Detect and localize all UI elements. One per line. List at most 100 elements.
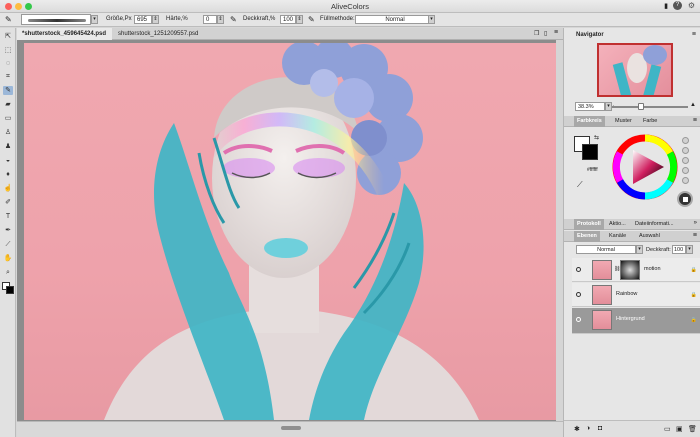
tab-ebenen[interactable]: Ebenen (574, 231, 600, 242)
zoom-dropdown[interactable]: ▾ (605, 102, 612, 111)
tab-dateiinformation[interactable]: Dateiinformati... (632, 219, 677, 230)
swatch-button-3[interactable] (682, 157, 689, 164)
color-wheel[interactable] (612, 134, 678, 200)
layer-opacity-dropdown[interactable]: ▾ (686, 245, 693, 254)
more-tabs-icon[interactable]: » (694, 220, 697, 226)
size-input[interactable]: 695 (134, 15, 152, 24)
canvas-area (17, 40, 563, 421)
opacity-stepper[interactable]: ⇕ (296, 15, 303, 24)
brush-preset-picker[interactable] (21, 14, 91, 25)
smudge-tool-icon[interactable]: ☝ (3, 184, 13, 193)
layer-opacity-input[interactable]: 100 (672, 245, 686, 254)
marquee-tool-icon[interactable]: ⬚ (3, 46, 13, 55)
tab-auswahl[interactable]: Auswahl (636, 231, 663, 242)
horizontal-scrollbar[interactable] (17, 421, 563, 437)
tab-farbe[interactable]: Farbe (640, 116, 660, 127)
tools-panel: ⇱ ⬚ ◌ ⌗ ✎ ▰ ▭ ♙ ♟ ◒ ♦ ☝ ✐ T ✒ ⟋ ✋ ⌕ (0, 28, 16, 437)
stop-button[interactable] (677, 191, 693, 207)
layer-row-hintergrund[interactable]: Hintergrund 🔒 (572, 308, 700, 334)
lock-icon[interactable]: 🔒 (691, 267, 697, 273)
blend-mode-dropdown[interactable]: ▾ (636, 245, 643, 254)
mask-icon[interactable]: ◘ (598, 425, 602, 432)
size-stepper[interactable]: ⇕ (152, 15, 159, 24)
pencil-tool-icon[interactable]: ✐ (3, 198, 13, 207)
swatch-button-1[interactable] (682, 137, 689, 144)
swatch-button-2[interactable] (682, 147, 689, 154)
brush-preset-dropdown[interactable]: ▾ (91, 15, 98, 24)
pressure-size-icon[interactable]: ✎ (230, 15, 237, 24)
fill-mode-dropdown[interactable]: ▾ (428, 15, 435, 24)
zoom-in-icon[interactable]: ▲ (690, 102, 696, 108)
dodge-tool-icon[interactable]: ♦ (3, 170, 13, 179)
visibility-eye-icon[interactable] (576, 267, 581, 272)
scroll-thumb[interactable] (281, 426, 301, 430)
eyedropper-icon[interactable]: ⟋ (577, 180, 583, 190)
layer-opacity-label: Deckkraft: (646, 247, 671, 253)
hex-value[interactable]: #ffffff (587, 167, 598, 173)
swap-colors-icon[interactable]: ⇆ (594, 134, 599, 141)
new-group-icon[interactable]: ▭ (664, 425, 671, 433)
fx-icon[interactable]: ✱ (574, 425, 580, 433)
image-canvas[interactable] (24, 43, 556, 420)
tab-protokoll[interactable]: Protokoll (574, 219, 604, 230)
copy-icon[interactable]: ❐ (534, 30, 539, 37)
tab-menu-icon[interactable]: ≡ (554, 29, 558, 36)
tab-aktionen[interactable]: Aktio... (606, 219, 629, 230)
hand-tool-icon[interactable]: ✋ (3, 254, 13, 263)
tab-farbkreis[interactable]: Farbkreis (574, 116, 605, 127)
zoom-slider-thumb[interactable] (638, 103, 644, 110)
eyedropper-tool-icon[interactable]: ⟋ (3, 240, 13, 249)
layer-name: motion (644, 266, 661, 272)
crop-tool-icon[interactable]: ⌗ (3, 72, 13, 81)
opacity-input[interactable]: 100 (280, 15, 296, 24)
hardness-stepper[interactable]: ⇕ (217, 15, 224, 24)
zoom-slider[interactable] (612, 106, 688, 108)
heal-tool-icon[interactable]: ♟ (3, 142, 13, 151)
tab-muster[interactable]: Muster (612, 116, 635, 127)
background-color-swatch[interactable] (6, 286, 14, 294)
pen-tool-icon[interactable]: ✒ (3, 226, 13, 235)
color-panel-tabs: Farbkreis Muster Farbe ≡ (564, 116, 700, 127)
layer-mask-thumbnail[interactable] (620, 260, 640, 280)
pressure-opacity-icon[interactable]: ✎ (308, 15, 315, 24)
adjustment-icon[interactable]: ◑ (586, 425, 590, 432)
blur-tool-icon[interactable]: ◒ (3, 156, 13, 165)
layer-row-motion[interactable]: ⛓ motion 🔒 (572, 258, 700, 282)
layer-row-rainbow[interactable]: Rainbow 🔒 (572, 283, 700, 307)
lasso-tool-icon[interactable]: ◌ (3, 59, 13, 68)
color-panel-menu-icon[interactable]: ≡ (693, 117, 697, 124)
help-icon[interactable]: ? (673, 1, 682, 10)
move-tool-icon[interactable]: ⇱ (3, 32, 13, 41)
swatch-button-5[interactable] (682, 177, 689, 184)
background-color[interactable] (582, 144, 598, 160)
new-layer-icon[interactable]: ▣ (676, 425, 683, 433)
visibility-eye-icon[interactable] (576, 292, 581, 297)
zoom-tool-icon[interactable]: ⌕ (3, 268, 13, 277)
swatch-button-4[interactable] (682, 167, 689, 174)
gradient-tool-icon[interactable]: ▭ (3, 114, 13, 123)
brush-tool-icon[interactable]: ✎ (3, 86, 13, 95)
hardness-input[interactable]: 0 (203, 15, 217, 24)
tab-kanaele[interactable]: Kanäle (606, 231, 629, 242)
lock-icon[interactable]: 🔒 (691, 317, 697, 323)
eraser-tool-icon[interactable]: ▰ (3, 100, 13, 109)
layers-menu-icon[interactable]: ≡ (693, 232, 697, 239)
gear-icon[interactable]: ⚙ (688, 1, 695, 10)
document-icon[interactable]: ▯ (544, 30, 547, 37)
navigator-preview[interactable] (597, 43, 673, 97)
tool-options-bar: ✎ ▾ Größe,Px 695 ⇕ Härte,% 0 ⇕ ✎ Deckkra… (0, 13, 700, 27)
layout-icon[interactable]: ▮ (664, 2, 668, 10)
tab-document-2[interactable]: shutterstock_1251209557.psd (113, 28, 223, 40)
tab-farbe-label: Farbe (643, 118, 658, 124)
tab-document-1[interactable]: *shutterstock_459645424.psd (17, 28, 112, 40)
type-tool-icon[interactable]: T (3, 212, 13, 221)
zoom-input[interactable]: 38.3% (575, 102, 605, 111)
vertical-scrollbar[interactable] (556, 40, 563, 421)
lock-icon[interactable]: 🔒 (691, 292, 697, 298)
delete-layer-icon[interactable]: 🗑 (688, 425, 697, 433)
blend-mode-select[interactable]: Normal (576, 245, 636, 254)
stamp-tool-icon[interactable]: ♙ (3, 128, 13, 137)
fill-mode-select[interactable]: Normal (355, 15, 433, 24)
visibility-eye-icon[interactable] (576, 317, 581, 322)
navigator-menu-icon[interactable]: ≡ (692, 31, 696, 38)
